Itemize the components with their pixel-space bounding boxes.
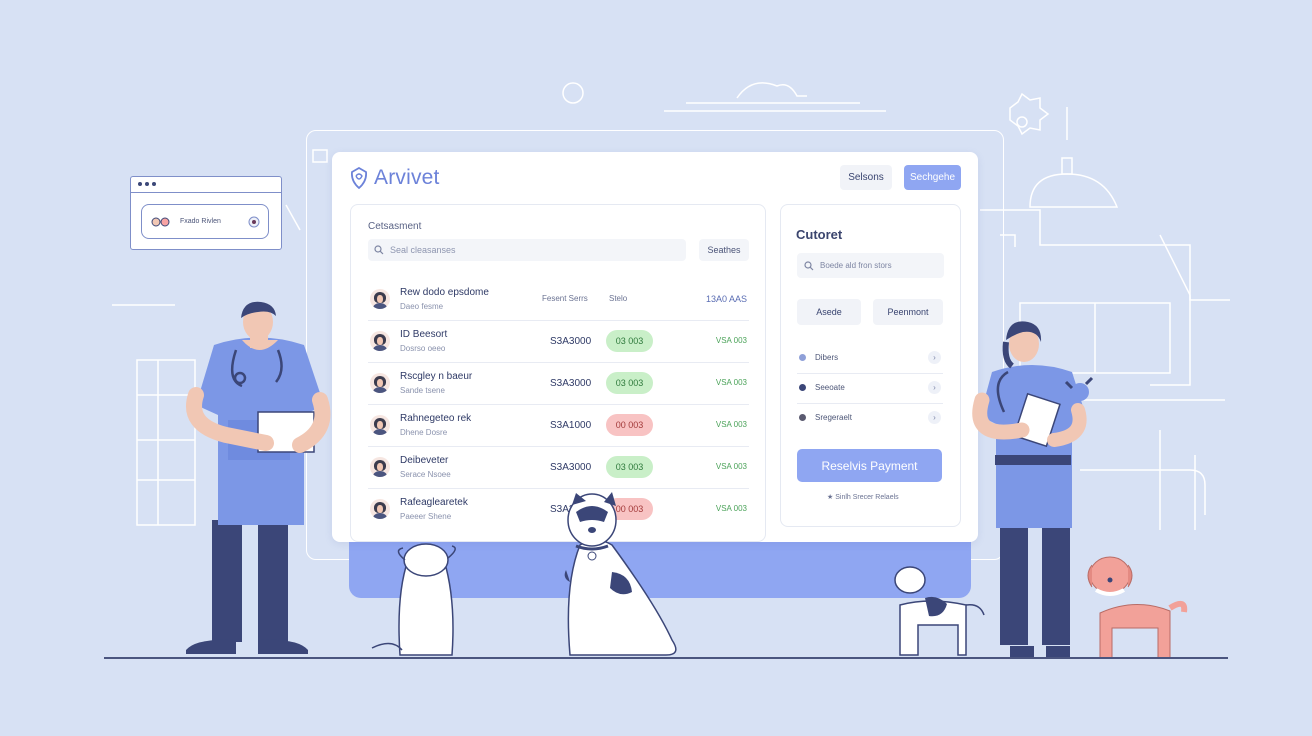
ground-line [104,657,1228,659]
pink-dog [1087,556,1188,659]
white-dog-left [371,543,456,656]
veterinarian-left [186,301,331,654]
illustration-figures [186,301,1188,659]
veterinarian-right [972,321,1094,658]
spotted-dog-right [894,566,985,656]
husky-dog-center [564,492,677,656]
